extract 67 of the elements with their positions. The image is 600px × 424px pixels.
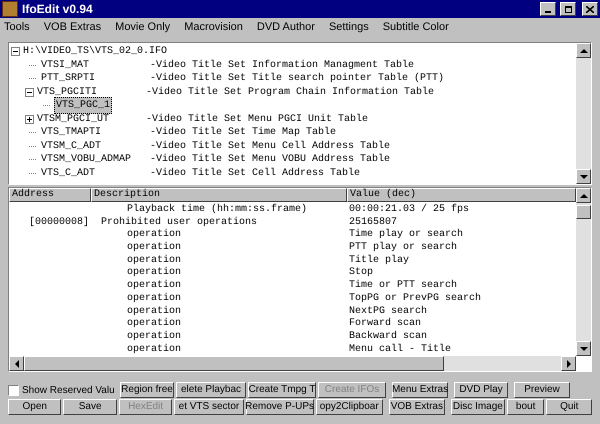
- command-button[interactable]: DVD Play: [454, 382, 508, 398]
- value-cell: 00:00:21.03 / 25 fps: [349, 204, 470, 215]
- menu-item[interactable]: Tools: [4, 18, 30, 36]
- tree-item[interactable]: VTSM_C_ADT: [40, 138, 150, 154]
- checkbox-label[interactable]: Show Reserved Valu: [22, 382, 115, 398]
- menu-item[interactable]: Settings: [328, 18, 369, 36]
- value-cell: 25165807: [349, 216, 398, 228]
- value-cell: Stop: [349, 267, 374, 278]
- command-button[interactable]: bout: [506, 399, 544, 415]
- description-cell: operation: [127, 318, 182, 330]
- value-cell: Forward scan: [349, 318, 422, 330]
- tree-item-description: -Video Title Set Information Managment Table: [150, 58, 414, 72]
- tree-item[interactable]: VTS_TMAPTI: [40, 125, 150, 140]
- command-button[interactable]: Region free: [120, 382, 174, 398]
- command-button[interactable]: Preview: [514, 382, 570, 398]
- menu-item[interactable]: Movie Only: [115, 18, 170, 36]
- value-cell: Backward scan: [349, 330, 428, 342]
- command-button[interactable]: elete Playbac: [176, 382, 246, 398]
- command-button[interactable]: Save: [63, 399, 117, 415]
- command-button[interactable]: et VTS sector: [174, 399, 244, 415]
- menu-item[interactable]: VOB Extras: [44, 18, 102, 36]
- command-button[interactable]: Disc Image: [450, 399, 505, 415]
- menu-item[interactable]: Macrovision: [184, 18, 243, 36]
- command-button[interactable]: opy2Clipboar: [316, 399, 383, 415]
- tree-item-description: -Video Title Set Menu Cell Address Table: [150, 140, 390, 154]
- value-cell: Title play: [349, 254, 410, 266]
- description-cell: Prohibited user operations: [101, 216, 258, 228]
- command-button[interactable]: VOB Extras: [388, 399, 445, 415]
- menu-item[interactable]: DVD Author: [256, 18, 315, 36]
- description-cell: operation: [127, 280, 182, 292]
- description-cell: operation: [127, 229, 182, 240]
- column-header[interactable]: Address: [9, 188, 91, 202]
- tree-item-description: -Video Title Set Menu PGCI Unit Table: [146, 112, 368, 126]
- command-button[interactable]: Quit: [546, 399, 592, 415]
- tree-item[interactable]: VTSM_PGCI_UT: [36, 112, 146, 127]
- command-button[interactable]: Open: [8, 399, 62, 415]
- tree-item[interactable]: VTS_C_ADT: [40, 166, 150, 181]
- tree-item-description: -Video Title Set Title search pointer Table (PTT): [150, 72, 444, 86]
- tree-item-description: -Video Title Set Time Map Table: [150, 126, 336, 140]
- tree-item-description: -Video Title Set Program Chain Information Table: [146, 86, 434, 100]
- value-cell: Menu call - Title: [349, 344, 452, 355]
- tree-item[interactable]: H:\VIDEO_TS\VTS_02_0.IFO: [22, 44, 168, 60]
- description-cell: operation: [127, 344, 182, 355]
- description-cell: operation: [127, 254, 182, 266]
- description-cell: operation: [127, 242, 182, 254]
- value-cell: Time play or search: [349, 229, 464, 240]
- value-cell: Time or PTT search: [349, 280, 458, 292]
- menu-item[interactable]: Subtitle Color: [382, 18, 449, 36]
- tree-item-description: -Video Title Set Menu VOBU Address Table: [150, 152, 390, 168]
- column-header[interactable]: Value (dec): [347, 188, 576, 202]
- description-cell: Playback time (hh:mm:ss.frame): [127, 204, 308, 215]
- value-cell: NextPG search: [349, 306, 428, 316]
- value-cell: TopPG or PrevPG search: [349, 292, 482, 304]
- address-cell: [00000008]: [29, 216, 90, 228]
- column-header[interactable]: Description: [91, 188, 347, 202]
- description-cell: operation: [127, 306, 182, 316]
- tree-item[interactable]: PTT_SRPTI: [40, 71, 150, 86]
- tree-item-description: -Video Title Set Cell Address Table: [150, 166, 360, 181]
- description-cell: operation: [127, 292, 182, 304]
- description-cell: operation: [127, 330, 182, 342]
- window-title: IfoEdit v0.94: [22, 1, 94, 18]
- tree-item[interactable]: VTSM_VOBU_ADMAP: [40, 152, 150, 168]
- tree-item[interactable]: VTSI_MAT: [40, 58, 150, 73]
- tree-item[interactable]: VTS_PGCITI: [36, 84, 146, 100]
- value-cell: PTT play or search: [349, 242, 458, 254]
- tree-item[interactable]: VTS_PGC_1: [54, 97, 112, 114]
- description-cell: operation: [127, 267, 182, 278]
